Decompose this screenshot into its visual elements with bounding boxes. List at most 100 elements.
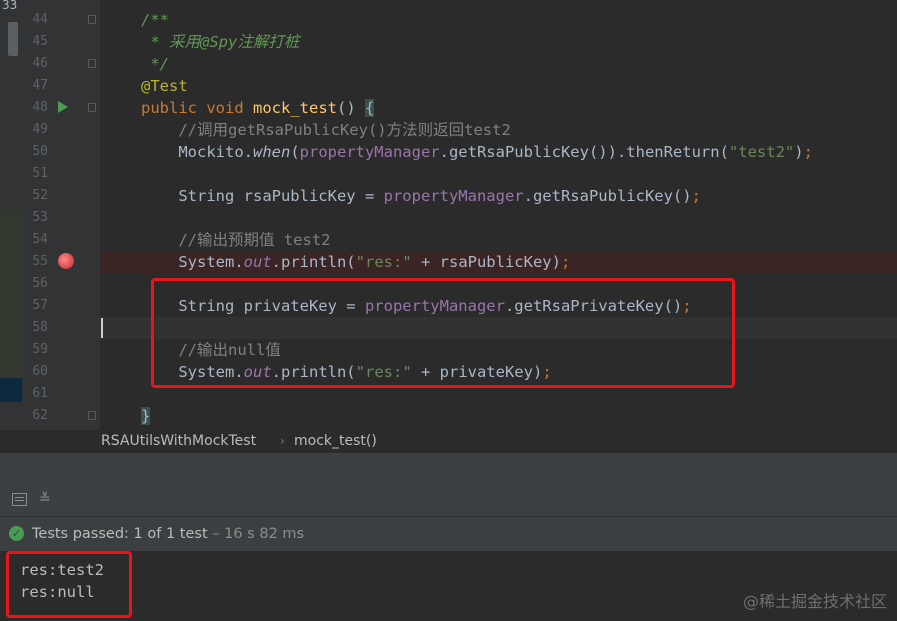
code-line-51[interactable]: 51 xyxy=(0,163,897,185)
breadcrumb-separator: › xyxy=(280,434,285,448)
code-token: + rsaPublicKey) xyxy=(411,253,561,271)
panel-splitter[interactable] xyxy=(0,452,897,483)
code-text[interactable]: } xyxy=(100,405,151,427)
code-token: System. xyxy=(141,253,244,271)
code-line-53[interactable]: 53 xyxy=(0,207,897,229)
code-token: ; xyxy=(691,187,701,205)
code-token: */ xyxy=(141,55,169,73)
line-number[interactable]: 60 xyxy=(22,361,48,383)
line-number[interactable]: 54 xyxy=(22,229,48,251)
test-status-text: Tests passed: 1 of 1 test – 16 s 82 ms xyxy=(32,517,304,551)
line-number[interactable]: 46 xyxy=(22,53,48,75)
status-value: 1 of 1 test xyxy=(133,526,208,542)
code-line-47[interactable]: 47 @Test xyxy=(0,75,897,97)
run-test-icon[interactable] xyxy=(58,101,68,113)
code-line-44[interactable]: 44 /** xyxy=(0,9,897,31)
run-toolbar: ≚ xyxy=(0,483,897,516)
code-text[interactable]: /** xyxy=(100,9,169,31)
code-token: () xyxy=(337,99,365,117)
check-icon: ✓ xyxy=(9,526,24,541)
line-number[interactable]: 61 xyxy=(22,383,48,405)
code-token: .getRsaPublicKey() xyxy=(523,187,692,205)
breadcrumb: RSAUtilsWithMockTest › mock_test() xyxy=(0,430,897,452)
sort-icon[interactable]: ≚ xyxy=(39,492,51,506)
code-token: when xyxy=(252,143,291,161)
code-line-48[interactable]: 48 public void mock_test() { xyxy=(0,97,897,119)
code-highlight-box xyxy=(151,278,735,388)
line-number[interactable]: 48 xyxy=(22,97,48,119)
status-label: Tests passed: xyxy=(32,526,129,542)
code-line-54[interactable]: 54 //输出预期值 test2 xyxy=(0,229,897,251)
code-token: ( xyxy=(290,143,300,161)
code-text[interactable]: System.out.println("res:" + rsaPublicKey… xyxy=(100,251,897,273)
code-token: public xyxy=(141,99,207,117)
code-token: propertyManager xyxy=(383,187,524,205)
code-token: out xyxy=(243,253,272,271)
code-token: ; xyxy=(560,253,571,271)
test-status-bar: ✓ Tests passed: 1 of 1 test – 16 s 82 ms xyxy=(0,517,897,551)
code-token: Mockito. xyxy=(141,143,253,161)
code-line-55[interactable]: 55 System.out.println("res:" + rsaPublic… xyxy=(0,251,897,273)
code-text[interactable]: @Test xyxy=(100,75,188,97)
breadcrumb-method[interactable]: mock_test() xyxy=(294,430,377,452)
code-text[interactable] xyxy=(100,383,141,405)
code-text[interactable] xyxy=(100,273,141,295)
status-duration: – 16 s 82 ms xyxy=(212,526,305,542)
code-token: mock_test xyxy=(253,99,337,117)
code-token: //调用getRsaPublicKey()方法则返回test2 xyxy=(141,121,511,139)
code-text[interactable]: Mockito.when(propertyManager.getRsaPubli… xyxy=(100,141,813,163)
code-text[interactable] xyxy=(100,163,141,185)
code-text[interactable]: String rsaPublicKey = propertyManager.ge… xyxy=(100,185,701,207)
line-number[interactable]: 55 xyxy=(22,251,48,273)
code-line-45[interactable]: 45 * 采用@Spy注解打桩 xyxy=(0,31,897,53)
code-line-46[interactable]: 46 */ xyxy=(0,53,897,75)
code-token: ) xyxy=(794,143,804,161)
code-line-49[interactable]: 49 //调用getRsaPublicKey()方法则返回test2 xyxy=(0,119,897,141)
line-number[interactable]: 59 xyxy=(22,339,48,361)
line-number[interactable]: 44 xyxy=(22,9,48,31)
code-text[interactable]: //调用getRsaPublicKey()方法则返回test2 xyxy=(100,119,511,141)
code-token: propertyManager xyxy=(299,143,440,161)
code-token: @Test xyxy=(141,77,188,95)
line-number[interactable]: 51 xyxy=(22,163,48,185)
line-number[interactable]: 58 xyxy=(22,317,48,339)
code-line-62[interactable]: 62} xyxy=(0,405,897,427)
code-token: ; xyxy=(803,143,813,161)
line-number[interactable]: 47 xyxy=(22,75,48,97)
watermark: @稀土掘金技术社区 xyxy=(742,592,887,611)
code-token: { xyxy=(365,99,375,117)
line-number[interactable]: 45 xyxy=(22,31,48,53)
line-number[interactable]: 56 xyxy=(22,273,48,295)
text-caret xyxy=(101,318,103,338)
fold-marker-icon[interactable] xyxy=(88,103,96,112)
breakpoint-icon[interactable] xyxy=(58,253,74,269)
code-token: //输出预期值 test2 xyxy=(141,231,331,249)
code-text[interactable] xyxy=(100,207,141,229)
console-highlight-box xyxy=(6,551,132,618)
line-number[interactable]: 49 xyxy=(22,119,48,141)
code-text[interactable]: */ xyxy=(100,53,169,75)
line-number[interactable]: 53 xyxy=(22,207,48,229)
breadcrumb-class[interactable]: RSAUtilsWithMockTest xyxy=(101,430,256,452)
code-token: .println( xyxy=(271,253,356,271)
code-text[interactable]: * 采用@Spy注解打桩 xyxy=(100,31,299,53)
code-text[interactable]: //输出预期值 test2 xyxy=(100,229,330,251)
line-number[interactable]: 50 xyxy=(22,141,48,163)
line-number[interactable]: 57 xyxy=(22,295,48,317)
code-text[interactable]: public void mock_test() { xyxy=(100,97,375,119)
code-line-50[interactable]: 50 Mockito.when(propertyManager.getRsaPu… xyxy=(0,141,897,163)
line-number[interactable]: 62 xyxy=(22,405,48,427)
code-token: } xyxy=(141,407,151,425)
code-token: /** xyxy=(141,11,169,29)
code-token: String rsaPublicKey = xyxy=(141,187,384,205)
code-token: "test2" xyxy=(728,143,795,161)
console-layout-icon[interactable] xyxy=(12,493,27,506)
code-token: .getRsaPublicKey()).thenReturn( xyxy=(439,143,729,161)
line-number[interactable]: 52 xyxy=(22,185,48,207)
code-token: void xyxy=(206,99,253,117)
fold-marker-icon[interactable] xyxy=(88,59,96,68)
fold-marker-icon[interactable] xyxy=(88,411,96,420)
fold-marker-icon[interactable] xyxy=(88,15,96,24)
code-token: * 采用@Spy注解打桩 xyxy=(141,33,300,51)
code-line-52[interactable]: 52 String rsaPublicKey = propertyManager… xyxy=(0,185,897,207)
